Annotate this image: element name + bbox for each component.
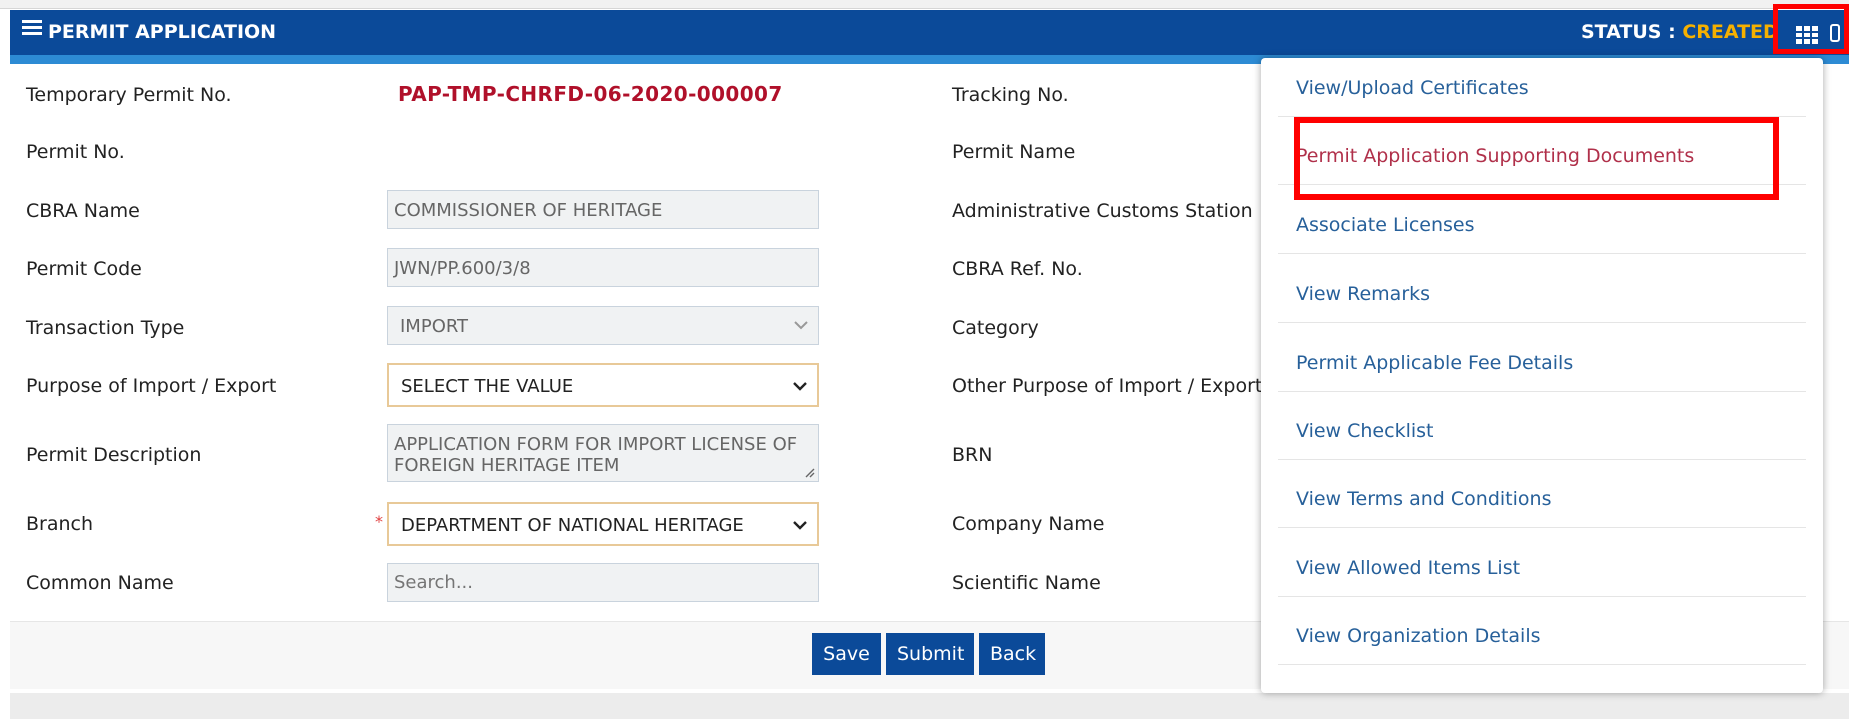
permit-code-field[interactable]: JWN/PP.600/3/8 xyxy=(387,248,819,287)
cbra-name-field[interactable]: COMMISSIONER OF HERITAGE xyxy=(387,190,819,229)
menu-item-allowed-items-list[interactable]: View Allowed Items List xyxy=(1278,543,1806,597)
submit-button[interactable]: Submit xyxy=(886,633,974,675)
label-scientific-name: Scientific Name xyxy=(952,572,1101,594)
label-purpose: Purpose of Import / Export xyxy=(26,375,277,397)
permit-description-value: APPLICATION FORM FOR IMPORT LICENSE OF F… xyxy=(394,434,798,476)
status-label: STATUS : xyxy=(1581,21,1683,43)
menu-item-fee-details[interactable]: Permit Applicable Fee Details xyxy=(1278,338,1806,392)
branch-value: DEPARTMENT OF NATIONAL HERITAGE xyxy=(401,515,744,536)
grid-icon xyxy=(1796,26,1818,44)
permit-description-textarea[interactable]: APPLICATION FORM FOR IMPORT LICENSE OF F… xyxy=(387,424,819,482)
menu-item-view-upload-certificates[interactable]: View/Upload Certificates xyxy=(1278,63,1806,117)
purpose-value: SELECT THE VALUE xyxy=(401,376,574,397)
panel-header: PERMIT APPLICATION STATUS : CREATED xyxy=(10,10,1849,55)
label-other-purpose: Other Purpose of Import / Export xyxy=(952,375,1263,397)
expand-icon[interactable] xyxy=(1830,24,1840,42)
label-brn: BRN xyxy=(952,444,993,466)
save-button[interactable]: Save xyxy=(812,633,881,675)
chevron-down-icon xyxy=(793,521,807,530)
highlight-annotation-box xyxy=(1294,117,1779,200)
label-permit-code: Permit Code xyxy=(26,258,142,280)
page-title: PERMIT APPLICATION xyxy=(22,10,276,55)
label-permit-no: Permit No. xyxy=(26,141,125,163)
menu-item-organization-details[interactable]: View Organization Details xyxy=(1278,611,1806,665)
label-common-name: Common Name xyxy=(26,572,174,594)
branch-select[interactable]: DEPARTMENT OF NATIONAL HERITAGE xyxy=(387,502,819,546)
label-temporary-permit-no: Temporary Permit No. xyxy=(26,84,232,106)
resize-handle-icon[interactable] xyxy=(803,466,815,478)
label-cbra-name: CBRA Name xyxy=(26,200,140,222)
status-indicator: STATUS : CREATED xyxy=(1581,10,1779,55)
chevron-down-icon xyxy=(793,382,807,391)
transaction-type-value: IMPORT xyxy=(400,316,469,337)
menu-item-view-checklist[interactable]: View Checklist xyxy=(1278,406,1806,460)
menu-item-associate-licenses[interactable]: Associate Licenses xyxy=(1278,200,1806,254)
page-title-text: PERMIT APPLICATION xyxy=(48,21,277,43)
required-indicator: * xyxy=(375,512,383,531)
label-permit-description: Permit Description xyxy=(26,444,202,466)
status-value: CREATED xyxy=(1682,21,1779,43)
label-company-name: Company Name xyxy=(952,513,1105,535)
purpose-select[interactable]: SELECT THE VALUE xyxy=(387,363,819,407)
label-administrative-customs-station: Administrative Customs Station xyxy=(952,200,1253,222)
bottom-bar xyxy=(10,693,1849,719)
chevron-down-icon xyxy=(794,321,808,330)
label-cbra-ref-no: CBRA Ref. No. xyxy=(952,258,1083,280)
menu-item-terms-and-conditions[interactable]: View Terms and Conditions xyxy=(1278,474,1806,528)
label-category: Category xyxy=(952,317,1039,339)
menu-item-view-remarks[interactable]: View Remarks xyxy=(1278,269,1806,323)
transaction-type-select[interactable]: IMPORT xyxy=(387,306,819,345)
label-tracking-no: Tracking No. xyxy=(952,84,1069,106)
label-branch: Branch xyxy=(26,513,94,535)
temporary-permit-no-value: PAP-TMP-CHRFD-06-2020-000007 xyxy=(398,82,783,106)
label-permit-name: Permit Name xyxy=(952,141,1076,163)
label-transaction-type: Transaction Type xyxy=(26,317,185,339)
menu-icon[interactable] xyxy=(22,8,42,53)
back-button[interactable]: Back xyxy=(979,633,1045,675)
top-edge xyxy=(0,0,1849,9)
actions-menu-button[interactable] xyxy=(1773,4,1849,54)
common-name-search-input[interactable] xyxy=(387,563,819,602)
